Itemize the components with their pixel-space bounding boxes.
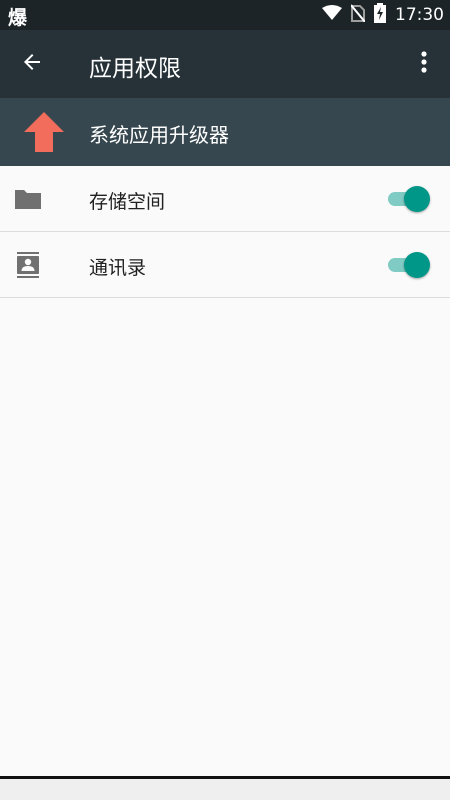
status-bar: 爆 17:30 (0, 0, 450, 30)
permission-label: 通讯录 (89, 257, 147, 279)
more-vert-icon (421, 51, 427, 77)
contacts-toggle[interactable] (386, 252, 432, 278)
toggle-thumb (404, 252, 430, 278)
folder-icon (14, 185, 42, 213)
status-app-glyph: 爆 (8, 7, 28, 29)
arrow-left-icon (20, 50, 44, 78)
storage-toggle[interactable] (386, 186, 432, 212)
battery-charging-icon (374, 2, 386, 28)
contacts-icon (14, 251, 42, 279)
back-button[interactable] (14, 46, 50, 82)
status-time: 17:30 (395, 5, 444, 25)
navigation-bar-area (0, 779, 450, 800)
permission-row-storage[interactable]: 存储空间 (0, 166, 450, 232)
permission-label: 存储空间 (89, 191, 166, 213)
app-header: 系统应用升级器 (0, 98, 450, 166)
arrow-up-icon (22, 110, 66, 154)
permission-row-contacts[interactable]: 通讯录 (0, 232, 450, 298)
page-title: 应用权限 (89, 56, 181, 82)
more-options-button[interactable] (408, 46, 440, 82)
app-bar: 应用权限 (0, 30, 450, 98)
no-sim-icon (350, 3, 366, 27)
toggle-thumb (404, 186, 430, 212)
status-icons: 17:30 (322, 0, 444, 30)
app-name: 系统应用升级器 (89, 123, 229, 147)
wifi-icon (322, 4, 342, 26)
